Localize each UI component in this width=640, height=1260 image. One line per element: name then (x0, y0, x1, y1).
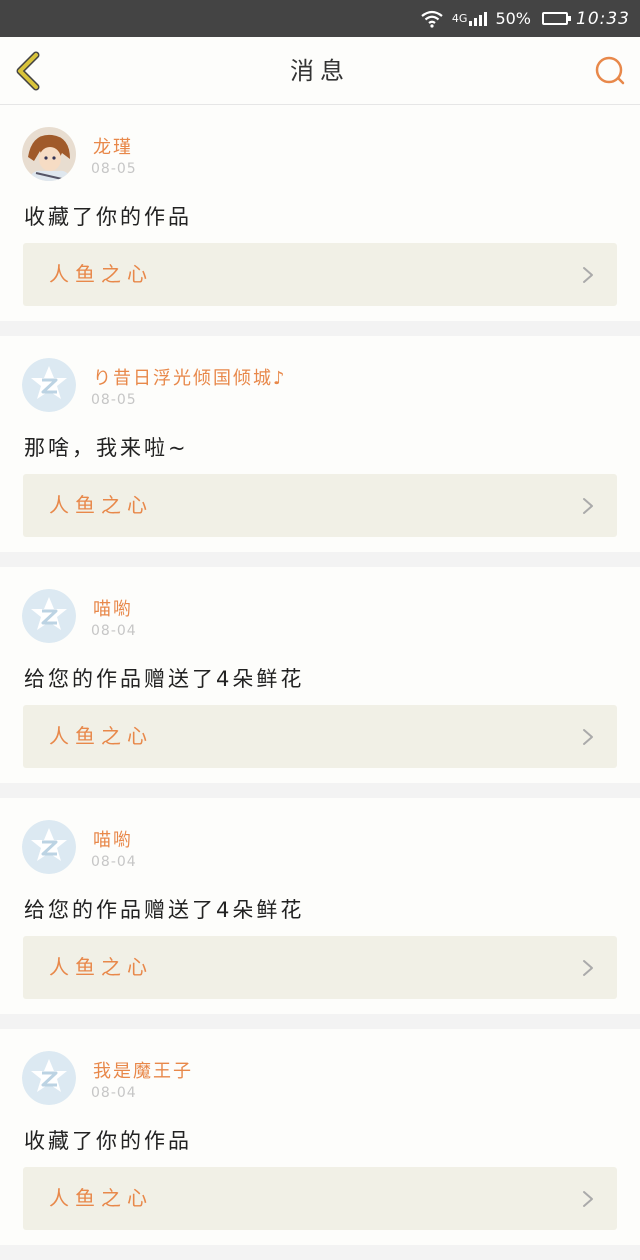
message-card: 喵喲 08-04 给您的作品赠送了4朵鲜花 人鱼之心 (0, 798, 640, 1014)
username[interactable]: 龙瑾 (93, 133, 133, 159)
message-card: 喵喲 08-04 给您的作品赠送了4朵鲜花 人鱼之心 (0, 567, 640, 783)
message-date: 08-04 (91, 854, 137, 870)
search-button[interactable] (592, 53, 628, 89)
message-date: 08-04 (91, 1085, 137, 1101)
default-avatar-icon (22, 358, 76, 412)
battery-percent: 50% (495, 9, 531, 28)
default-avatar-icon (22, 820, 76, 874)
work-link[interactable]: 人鱼之心 (23, 243, 617, 306)
message-card: 我是魔王子 08-04 收藏了你的作品 人鱼之心 (0, 1029, 640, 1245)
page-title: 消息 (290, 57, 350, 85)
avatar[interactable] (22, 127, 76, 181)
clock: 10:33 (576, 8, 630, 29)
message-text: 收藏了你的作品 (24, 205, 192, 229)
message-date: 08-04 (91, 623, 137, 639)
app-header: 消息 (0, 37, 640, 105)
message-text: 那啥，我来啦~ (24, 436, 189, 460)
chevron-right-icon (583, 1191, 593, 1207)
battery-icon (539, 12, 571, 25)
username[interactable]: 喵喲 (93, 595, 133, 621)
anime-avatar-icon (22, 127, 76, 181)
avatar[interactable] (22, 820, 76, 874)
work-title: 人鱼之心 (49, 955, 153, 979)
message-card: 龙瑾 08-05 收藏了你的作品 人鱼之心 (0, 105, 640, 321)
work-link[interactable]: 人鱼之心 (23, 936, 617, 999)
message-date: 08-05 (91, 392, 137, 408)
status-bar: 4G 50% 10:33 (0, 0, 640, 37)
work-link[interactable]: 人鱼之心 (23, 705, 617, 768)
message-text: 给您的作品赠送了4朵鲜花 (24, 667, 305, 691)
signal-icon: 4G (451, 11, 488, 26)
avatar[interactable] (22, 358, 76, 412)
username[interactable]: 我是魔王子 (93, 1057, 193, 1083)
chevron-right-icon (583, 498, 593, 514)
message-date: 08-05 (91, 161, 137, 177)
work-link[interactable]: 人鱼之心 (23, 474, 617, 537)
work-link[interactable]: 人鱼之心 (23, 1167, 617, 1230)
work-title: 人鱼之心 (49, 724, 153, 748)
message-text: 给您的作品赠送了4朵鲜花 (24, 898, 305, 922)
chevron-right-icon (583, 960, 593, 976)
avatar[interactable] (22, 589, 76, 643)
avatar[interactable] (22, 1051, 76, 1105)
chevron-right-icon (583, 729, 593, 745)
username[interactable]: り昔日浮光倾国倾城♪ (93, 364, 287, 390)
wifi-icon (420, 10, 444, 28)
search-icon (595, 56, 625, 85)
network-type: 4G (451, 12, 468, 25)
message-card: り昔日浮光倾国倾城♪ 08-05 那啥，我来啦~ 人鱼之心 (0, 336, 640, 552)
work-title: 人鱼之心 (49, 262, 153, 286)
default-avatar-icon (22, 1051, 76, 1105)
username[interactable]: 喵喲 (93, 826, 133, 852)
work-title: 人鱼之心 (49, 493, 153, 517)
work-title: 人鱼之心 (49, 1186, 153, 1210)
message-text: 收藏了你的作品 (24, 1129, 192, 1153)
message-list: 龙瑾 08-05 收藏了你的作品 人鱼之心 り昔日浮光倾国倾城♪ 08-05 那… (0, 105, 640, 1260)
chevron-right-icon (583, 267, 593, 283)
default-avatar-icon (22, 589, 76, 643)
